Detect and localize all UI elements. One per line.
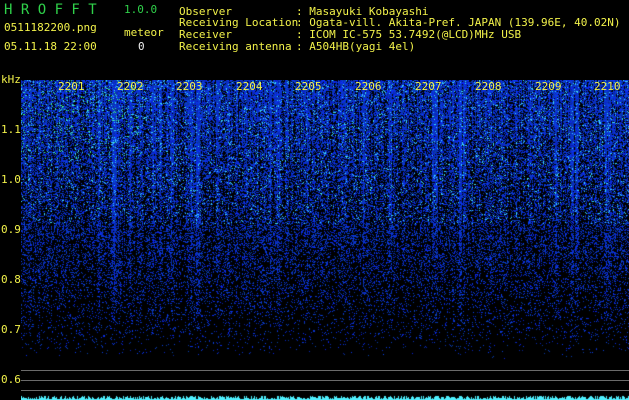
datetime-label: 05.11.18 22:00: [4, 40, 97, 53]
antenna-value: : A504HB(yagi 4el): [296, 40, 416, 53]
app-version: 1.0.0: [124, 3, 158, 16]
y-tick-label: 0.6: [1, 373, 21, 386]
reference-line-lower: [21, 390, 629, 391]
spectrogram: [21, 80, 629, 400]
y-tick-label: 0.8: [1, 273, 21, 286]
receiver-value: : ICOM IC-575 53.7492(@LCD)MHz USB: [296, 28, 522, 41]
y-tick-label: 0.9: [1, 223, 21, 236]
reference-line-middle: [21, 380, 629, 381]
filename-label: 0511182200.png: [4, 21, 97, 34]
x-tick-label: 2203: [176, 80, 203, 93]
y-tick-label: 1.0: [1, 173, 21, 186]
x-tick-label: 2206: [355, 80, 382, 93]
x-tick-label: 2201: [58, 80, 85, 93]
location-label: Receiving Location: [179, 16, 299, 29]
x-tick-label: 2204: [236, 80, 263, 93]
x-tick-label: 2208: [475, 80, 502, 93]
receiver-label: Receiver: [179, 28, 232, 41]
antenna-label: Receiving antenna: [179, 40, 292, 53]
x-tick-label: 2205: [295, 80, 322, 93]
x-tick-label: 2207: [415, 80, 442, 93]
x-tick-label: 2209: [535, 80, 562, 93]
meteor-label: meteor: [124, 26, 164, 39]
reference-line-upper: [21, 370, 629, 371]
x-tick-label: 2210: [594, 80, 621, 93]
location-value: : Ogata-vill. Akita-Pref. JAPAN (139.96E…: [296, 16, 621, 29]
app-title: H R O F F T: [4, 2, 97, 18]
y-axis-unit: kHz: [1, 73, 21, 86]
y-tick-label: 1.1: [1, 123, 21, 136]
meteor-count: 0: [138, 40, 145, 53]
x-tick-label: 2202: [117, 80, 144, 93]
y-tick-label: 0.7: [1, 323, 21, 336]
